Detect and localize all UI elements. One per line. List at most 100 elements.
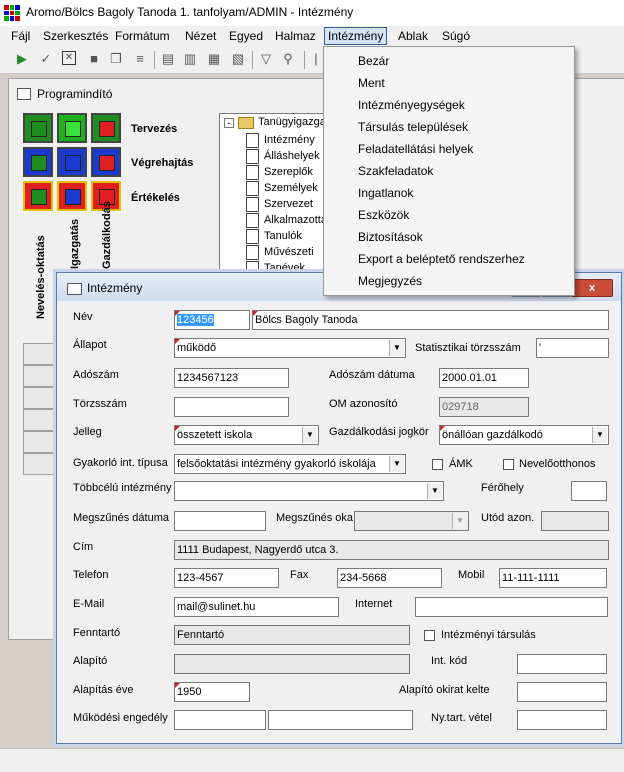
menu-formatum[interactable]: Formátum [112,29,173,43]
tree-item[interactable]: Művészeti [246,245,314,260]
copy-icon[interactable]: ❐ [108,51,124,67]
menu-item-ment[interactable]: Ment [358,76,385,90]
nev-field[interactable]: Bölcs Bagoly Tanoda [252,310,609,330]
alapitas-eve-field[interactable]: 1950 [174,682,250,702]
adoszam-field[interactable]: 1234567123 [174,368,289,388]
menu-item-biztositasok[interactable]: Biztosítások [358,230,423,244]
label-megszunes-datuma: Megszűnés dátuma [73,512,169,524]
chevron-down-icon[interactable]: ▼ [302,427,317,443]
email-field[interactable]: mail@sulinet.hu [174,597,339,617]
allapot-select[interactable]: működő ▼ [174,338,406,358]
mobil-field[interactable]: 11-111-1111 [499,568,607,588]
menu-item-export[interactable]: Export a beléptető rendszerhez [358,252,525,266]
ferohely-field[interactable] [571,481,607,501]
mukodesi-field-2[interactable] [268,710,413,730]
menu-item-ingatlanok[interactable]: Ingatlanok [358,186,413,200]
search-icon[interactable]: ⚲ [280,51,296,67]
tree-root[interactable]: Tanügyigazgatás [258,116,330,128]
om-field[interactable]: 029718 [439,397,529,417]
internet-field[interactable] [415,597,608,617]
chevron-down-icon[interactable]: ▼ [389,456,404,472]
mukodesi-field-1[interactable] [174,710,266,730]
gyak-select[interactable]: felsőoktatási intézmény gyakorló iskoláj… [174,454,406,474]
utod-field[interactable] [541,511,609,531]
grid-cell[interactable] [23,181,53,211]
menu-halmaz[interactable]: Halmaz [272,29,319,43]
menu-szerkesztes[interactable]: Szerkesztés [40,29,111,43]
cancel-icon[interactable]: ✕ [62,51,76,65]
tree-item[interactable]: Személyek [246,181,318,196]
cim-field[interactable]: 1111 Budapest, Nagyerdő utca 3. [174,540,609,560]
menu-intezmeny[interactable]: Intézmény [324,27,388,45]
tree-item[interactable]: Álláshelyek [246,149,320,164]
grid-cell[interactable] [91,147,121,177]
jelleg-value: összetett iskola [177,429,253,441]
nev-code-value: 123456 [177,314,214,326]
app-icon [4,5,20,21]
grid-cell[interactable] [57,181,87,211]
nytart-field[interactable] [517,710,607,730]
nevelo-checkbox[interactable] [503,459,514,470]
run-icon[interactable]: ▶ [14,51,30,67]
save-icon[interactable]: ■ [86,51,102,67]
label-nytart: Ny.tart. vétel [431,712,492,724]
menu-item-intezmenyegysegek[interactable]: Intézményegységek [358,98,465,112]
menu-egyed[interactable]: Egyed [226,29,266,43]
document-icon[interactable]: ▤ [160,51,176,67]
menu-item-megjegyzes[interactable]: Megjegyzés [358,274,422,288]
menu-nezet[interactable]: Nézet [182,29,219,43]
torzsszam-field[interactable] [174,397,289,417]
chevron-down-icon[interactable]: ▼ [592,427,607,443]
int-kod-field[interactable] [517,654,607,674]
check-icon[interactable]: ✓ [38,51,54,67]
menu-sugo[interactable]: Súgó [439,29,473,43]
first-record-icon[interactable]: | [308,51,324,67]
fenntarto-field[interactable]: Fenntartó [174,625,410,645]
label-fax: Fax [290,569,309,581]
tree-item[interactable]: Tanulók [246,229,302,244]
document-delete-icon[interactable]: ▧ [230,51,246,67]
close-button[interactable]: x [571,279,613,297]
list-icon[interactable]: ≡ [132,51,148,67]
int-tarsulas-checkbox[interactable] [424,630,435,641]
gyak-value: felsőoktatási intézmény gyakorló iskoláj… [177,458,376,470]
chevron-down-icon[interactable]: ▼ [389,340,404,356]
chevron-down-icon[interactable]: ▼ [427,483,442,499]
chevron-down-icon[interactable]: ▼ [452,513,467,529]
tree-item[interactable]: Szereplők [246,165,313,180]
telefon-field[interactable]: 123-4567 [174,568,279,588]
jelleg-select[interactable]: összetett iskola ▼ [174,425,319,445]
stat-field[interactable]: ' [536,338,609,358]
menu-item-bezar[interactable]: Bezár [358,54,389,68]
alapito-field[interactable] [174,654,410,674]
filter-icon[interactable]: ▽ [258,51,274,67]
grid-cell[interactable] [23,113,53,143]
row-label-vegrehajtas: Végrehajtás [131,157,194,169]
grid-cell[interactable] [23,147,53,177]
megszunes-datuma-field[interactable] [174,511,266,531]
tree-item[interactable]: Alkalmazottak [245,213,330,228]
document-copy-icon[interactable]: ▥ [182,51,198,67]
gazd-select[interactable]: önállóan gazdálkodó ▼ [439,425,609,445]
megszunes-oka-select[interactable]: ▼ [354,511,469,531]
tree-item[interactable]: Szervezet [246,197,313,212]
menu-item-feladatellatasi-helyek[interactable]: Feladatellátási helyek [358,142,473,156]
amk-checkbox[interactable] [432,459,443,470]
menu-item-szakfeladatok[interactable]: Szakfeladatok [358,164,433,178]
document-edit-icon[interactable]: ▦ [206,51,222,67]
tree-view[interactable]: - Tanügyigazgatás Intézmény Álláshelyek … [219,113,331,275]
adoszam-datuma-field[interactable]: 2000.01.01 [439,368,529,388]
grid-cell[interactable] [57,147,87,177]
alapito-okirat-field[interactable] [517,682,607,702]
tree-item[interactable]: Intézmény [246,133,315,148]
collapse-icon[interactable]: - [224,118,234,128]
grid-cell[interactable] [91,113,121,143]
grid-cell[interactable] [57,113,87,143]
tobbcelu-select[interactable]: ▼ [174,481,444,501]
menu-item-tarsulas-telepulesek[interactable]: Társulás települések [358,120,468,134]
menu-ablak[interactable]: Ablak [395,29,431,43]
nev-code-field[interactable]: 123456 [174,310,250,330]
fax-field[interactable]: 234-5668 [337,568,442,588]
menu-item-eszkozok[interactable]: Eszközök [358,208,409,222]
menu-fajl[interactable]: Fájl [8,29,33,43]
